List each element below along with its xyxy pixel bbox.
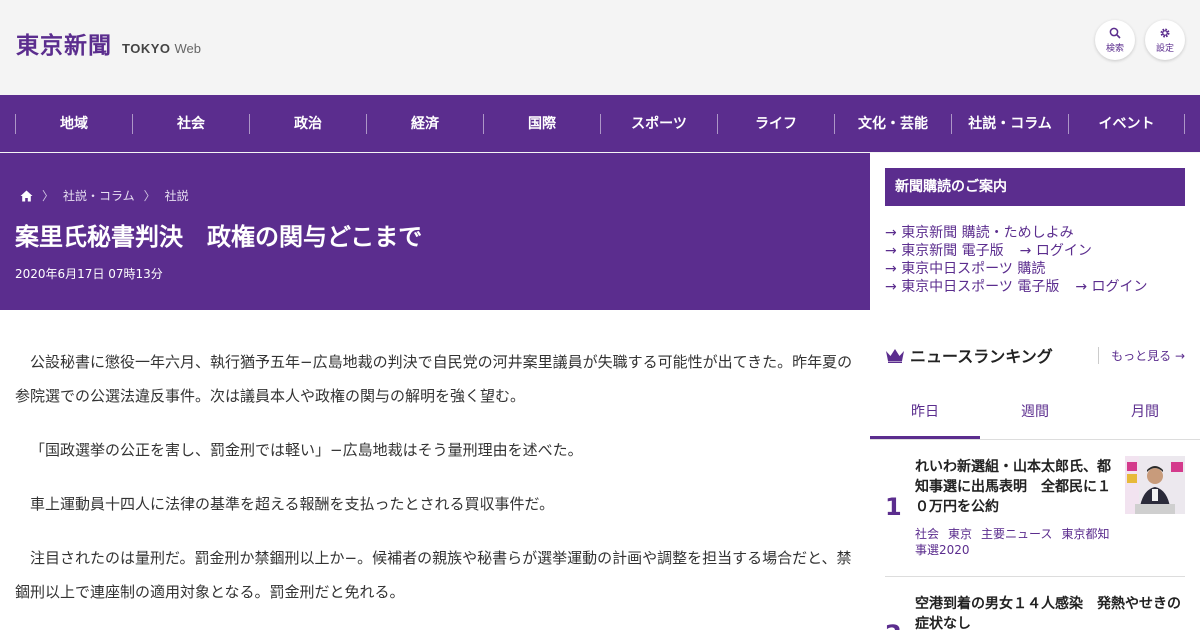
ranking-more-label: もっと見る [1111, 349, 1172, 363]
site-header: 東京新聞 TOKYO Web 検索 設定 [0, 0, 1200, 95]
ranking-number: 1 [885, 493, 902, 521]
nav-item-society[interactable]: 社会 [132, 113, 249, 134]
link-chunichi-sports-login[interactable]: ログイン [1092, 279, 1148, 295]
link-tokyo-shimbun-subscribe[interactable]: 東京新聞 購読・ためしよみ [901, 225, 1073, 241]
ranking-thumbnail[interactable] [1125, 456, 1185, 514]
arrow-right-icon: → [885, 279, 897, 295]
subscription-box-title: 新聞購読のご案内 [885, 168, 1185, 206]
ranking-number: 2 [885, 620, 902, 630]
gear-icon [1160, 27, 1170, 38]
logo-web: Web [174, 41, 202, 56]
nav-item-events[interactable]: イベント [1068, 113, 1185, 134]
article-body: 公設秘書に懲役一年六月、執行猶予五年−広島地裁の判決で自民党の河井案里議員が失職… [0, 310, 870, 630]
ranking-headline[interactable]: れいわ新選組・山本太郎氏、都知事選に出馬表明 全都民に１０万円を公約 [915, 457, 1115, 517]
arrow-right-icon: → [885, 261, 897, 277]
tag-link[interactable]: 東京 [948, 527, 972, 541]
page: 東京新聞 TOKYO Web 検索 設定 地域 社会 政治 経済 国際 スポーツ… [0, 0, 1200, 630]
subscription-link-row: → 東京新聞 電子版 → ログイン [885, 242, 1148, 260]
nav-item-culture[interactable]: 文化・芸能 [834, 113, 951, 134]
breadcrumb-link-editorial[interactable]: 社説 [165, 187, 189, 204]
ranking-more-link[interactable]: もっと見る → [1098, 347, 1185, 364]
ranking-header: ニュースランキング もっと見る → [885, 343, 1185, 367]
subscription-link-row: → 東京新聞 購読・ためしよみ [885, 224, 1148, 242]
settings-button[interactable]: 設定 [1145, 20, 1185, 60]
nav-item-editorial[interactable]: 社説・コラム [951, 113, 1068, 134]
link-chunichi-sports-subscribe[interactable]: 東京中日スポーツ 購読 [901, 261, 1045, 277]
ranking-item[interactable]: 1 れいわ新選組・山本太郎氏、都知事選に出馬表明 全都民に１０万円を公約 社会東… [885, 455, 1185, 577]
arrow-right-icon: → [1174, 349, 1185, 363]
article-date: 2020年6月17日 07時13分 [15, 267, 163, 281]
tab-yesterday[interactable]: 昨日 [870, 387, 980, 439]
link-chunichi-sports-digital[interactable]: 東京中日スポーツ 電子版 [901, 279, 1059, 295]
nav-item-area[interactable]: 地域 [15, 113, 132, 134]
sidebar: 新聞購読のご案内 → 東京新聞 購読・ためしよみ → 東京新聞 電子版 → ログイ… [870, 153, 1200, 630]
breadcrumb-separator: 〉 [42, 189, 55, 203]
article-paragraph: 「国政選挙の公正を害し、罰金刑では軽い」−広島地裁はそう量刑理由を述べた。 [30, 441, 583, 459]
nav-item-economy[interactable]: 経済 [366, 113, 483, 134]
ranking-headline[interactable]: 空港到着の男女１４人感染 発熱やせきの症状なし [915, 594, 1185, 630]
arrow-right-icon: → [885, 225, 897, 241]
subscription-link-row: → 東京中日スポーツ 電子版 → ログイン [885, 278, 1148, 296]
article-paragraph: 注目されたのは量刑だ。罰金刑か禁錮刑以上か−。候補者の親族や秘書らが選挙運動の計… [15, 549, 852, 601]
ranking-tags: 社会 東京 主要ニュース 東京都知事選2020 [915, 526, 1115, 558]
subscription-links: → 東京新聞 購読・ためしよみ → 東京新聞 電子版 → ログイン → 東京中日ス… [885, 224, 1148, 296]
ranking-title: ニュースランキング [910, 347, 1053, 366]
crown-icon [886, 349, 904, 363]
link-tokyo-shimbun-login[interactable]: ログイン [1036, 243, 1092, 259]
breadcrumb: 〉 社説・コラム 〉 社説 [20, 187, 189, 204]
link-tokyo-shimbun-digital[interactable]: 東京新聞 電子版 [901, 243, 1003, 259]
nav-item-international[interactable]: 国際 [483, 113, 600, 134]
arrow-right-icon: → [1075, 279, 1088, 295]
home-icon[interactable] [20, 190, 33, 202]
settings-label: 設定 [1155, 43, 1174, 54]
arrow-right-icon: → [885, 243, 897, 259]
tag-link[interactable]: 主要ニュース [981, 527, 1052, 541]
nav-item-politics[interactable]: 政治 [249, 113, 366, 134]
subscription-link-row: → 東京中日スポーツ 購読 [885, 260, 1148, 278]
tab-weekly[interactable]: 週間 [980, 387, 1090, 439]
search-label: 検索 [1105, 43, 1124, 54]
article-paragraph: 公設秘書に懲役一年六月、執行猶予五年−広島地裁の判決で自民党の河井案里議員が失職… [15, 353, 853, 405]
search-icon [1109, 27, 1121, 39]
nav-item-sports[interactable]: スポーツ [600, 113, 717, 134]
breadcrumb-separator: 〉 [143, 189, 156, 203]
arrow-right-icon: → [1019, 243, 1032, 259]
thumbnail-photo [1125, 456, 1185, 514]
logo-kanji: 東京新聞 [16, 32, 112, 59]
article-paragraph: 車上運動員十四人に法律の基準を超える報酬を支払ったとされる買収事件だ。 [30, 495, 555, 513]
ranking-tabs: 昨日 週間 月間 [870, 387, 1200, 440]
breadcrumb-link-editorial-column[interactable]: 社説・コラム [63, 187, 135, 204]
nav-item-life[interactable]: ライフ [717, 113, 834, 134]
site-logo[interactable]: 東京新聞 TOKYO Web [16, 26, 201, 60]
article-header: 〉 社説・コラム 〉 社説 案里氏秘書判決 政権の関与どこまで 2020年6月1… [0, 153, 870, 310]
tag-link[interactable]: 社会 [915, 527, 939, 541]
search-button[interactable]: 検索 [1095, 20, 1135, 60]
logo-tokyo: TOKYO [122, 41, 171, 56]
global-nav: 地域 社会 政治 経済 国際 スポーツ ライフ 文化・芸能 社説・コラム イベン… [0, 95, 1200, 152]
tab-monthly[interactable]: 月間 [1090, 387, 1200, 439]
article-title: 案里氏秘書判決 政権の関与どこまで [15, 223, 423, 251]
